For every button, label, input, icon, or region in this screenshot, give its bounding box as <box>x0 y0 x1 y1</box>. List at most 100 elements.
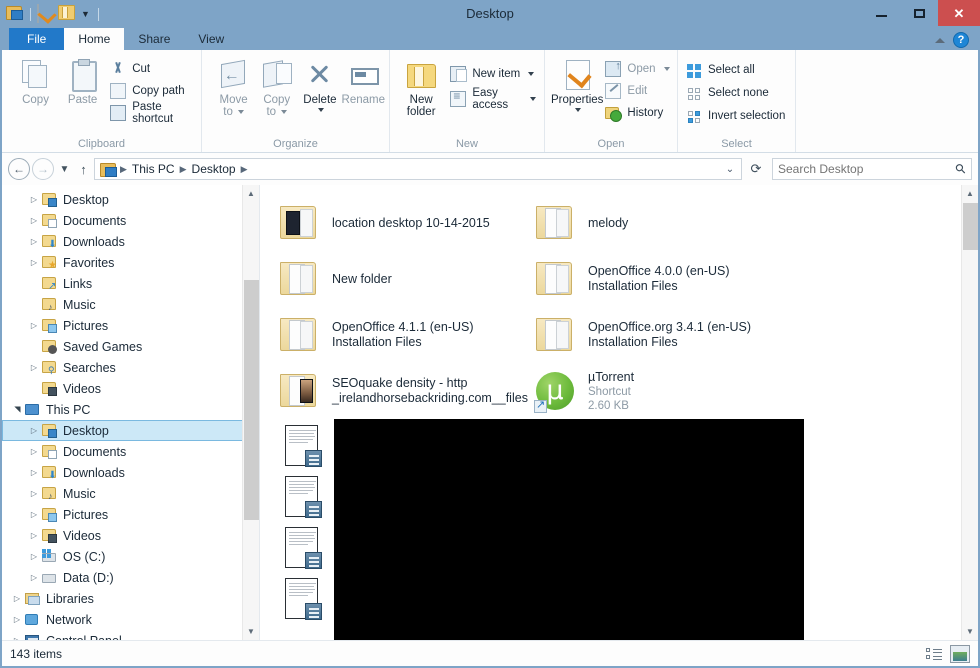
file-explorer-icon[interactable] <box>6 5 24 23</box>
breadcrumb[interactable]: ▶ This PC ▶ Desktop ▶ ⌄ <box>94 158 742 180</box>
paste-button[interactable]: Paste <box>59 55 106 106</box>
tree-item-network[interactable]: ▷ Network <box>2 609 259 630</box>
tree-item-saved-games[interactable]: Saved Games <box>2 336 259 357</box>
large-icons-view-icon[interactable] <box>950 644 970 663</box>
breadcrumb-separator[interactable]: ▶ <box>179 164 188 175</box>
chevron-down-icon[interactable] <box>575 108 582 112</box>
chevron-down-icon[interactable] <box>530 96 536 101</box>
move-to-button[interactable]: Move to <box>212 55 255 118</box>
file-list-pane[interactable]: location desktop 10-14-2015 melody New fol… <box>260 185 978 640</box>
tree-item-os-c[interactable]: ▷ OS (C:) <box>2 546 259 567</box>
tree-item-music[interactable]: ♪ Music <box>2 294 259 315</box>
file-list-scrollbar[interactable]: ▲ ▼ <box>961 185 978 640</box>
tree-item-music[interactable]: ▷ ♪ Music <box>2 483 259 504</box>
file-tile[interactable]: OpenOffice 4.0.0 (en-US) Installation Fil… <box>530 251 786 307</box>
cut-button[interactable]: Cut <box>110 59 197 78</box>
scroll-down-icon[interactable]: ▼ <box>243 623 259 640</box>
tree-item-links[interactable]: ↗ Links <box>2 273 259 294</box>
tree-item-desktop[interactable]: ▷ Desktop <box>2 189 259 210</box>
back-button[interactable]: ← <box>8 158 30 180</box>
search-input[interactable] <box>778 162 957 176</box>
tree-item-pictures[interactable]: ▷ Pictures <box>2 504 259 525</box>
chevron-down-icon[interactable] <box>317 108 324 112</box>
chevron-collapsed-icon[interactable]: ▷ <box>27 510 41 519</box>
chevron-collapsed-icon[interactable]: ▷ <box>10 594 24 603</box>
paste-shortcut-button[interactable]: Paste shortcut <box>110 101 197 125</box>
minimize-button[interactable] <box>862 0 900 26</box>
scroll-down-icon[interactable]: ▼ <box>962 623 978 640</box>
forward-button[interactable]: → <box>32 158 54 180</box>
open-button[interactable]: Open <box>605 59 673 78</box>
chevron-collapsed-icon[interactable]: ▷ <box>27 258 41 267</box>
maximize-button[interactable] <box>900 0 938 26</box>
help-icon[interactable]: ? <box>953 32 969 48</box>
easy-access-button[interactable]: Easy access <box>450 87 540 111</box>
tab-file[interactable]: File <box>9 28 65 50</box>
chevron-collapsed-icon[interactable]: ▷ <box>27 321 41 330</box>
tree-item-desktop[interactable]: ▷ Desktop <box>2 420 259 441</box>
file-tile[interactable]: OpenOffice 4.1.1 (en-US) Installation Fil… <box>274 307 530 363</box>
chevron-collapsed-icon[interactable]: ▷ <box>27 426 41 435</box>
chevron-down-icon[interactable] <box>281 110 288 114</box>
scroll-up-icon[interactable]: ▲ <box>243 185 259 202</box>
scrollbar-thumb[interactable] <box>963 203 978 250</box>
breadcrumb-desktop[interactable]: Desktop <box>188 159 240 179</box>
rename-button[interactable]: Rename <box>342 55 385 106</box>
chevron-collapsed-icon[interactable]: ▷ <box>27 489 41 498</box>
file-tile[interactable]: melody <box>530 195 786 251</box>
file-tile[interactable]: SEOquake density - http _irelandhorseback… <box>274 363 530 419</box>
chevron-down-icon[interactable] <box>663 66 670 71</box>
file-tile[interactable]: OpenOffice.org 3.4.1 (en-US) Installation… <box>530 307 786 363</box>
navigation-pane-scrollbar[interactable]: ▲ ▼ <box>242 185 259 640</box>
copy-to-button[interactable]: Copy to <box>255 55 298 118</box>
tree-item-pictures[interactable]: ▷ Pictures <box>2 315 259 336</box>
invert-selection-button[interactable]: Invert selection <box>686 106 789 125</box>
delete-button[interactable]: Delete <box>298 55 341 112</box>
scrollbar-thumb[interactable] <box>244 280 259 520</box>
tree-item-downloads[interactable]: ▷ ⬇ Downloads <box>2 462 259 483</box>
history-button[interactable]: History <box>605 103 673 122</box>
refresh-button[interactable]: ⟳ <box>744 158 768 180</box>
tree-item-favorites[interactable]: ▷ ★ Favorites <box>2 252 259 273</box>
tree-item-documents[interactable]: ▷ Documents <box>2 210 259 231</box>
chevron-collapsed-icon[interactable]: ▷ <box>27 363 41 372</box>
tree-item-searches[interactable]: ▷ ⚲ Searches <box>2 357 259 378</box>
up-button[interactable]: ↑ <box>75 158 92 180</box>
chevron-down-icon[interactable] <box>237 110 244 114</box>
copy-button[interactable]: Copy <box>12 55 59 106</box>
chevron-down-icon[interactable]: ▼ <box>79 9 92 19</box>
tree-item-data-d[interactable]: ▷ Data (D:) <box>2 567 259 588</box>
chevron-down-icon[interactable] <box>528 71 535 76</box>
chevron-collapsed-icon[interactable]: ▷ <box>27 447 41 456</box>
chevron-up-icon[interactable] <box>935 37 945 43</box>
breadcrumb-separator[interactable]: ▶ <box>240 164 249 175</box>
tab-share[interactable]: Share <box>124 28 184 50</box>
file-tile[interactable]: New folder <box>274 251 530 307</box>
copy-path-button[interactable]: Copy path <box>110 81 197 100</box>
file-tile[interactable]: location desktop 10-14-2015 <box>274 195 530 251</box>
properties-button[interactable]: Properties <box>551 55 603 112</box>
tree-item-videos[interactable]: ▷ Videos <box>2 525 259 546</box>
tree-item-this-pc[interactable]: ◢ This PC <box>2 399 259 420</box>
chevron-collapsed-icon[interactable]: ▷ <box>10 615 24 624</box>
new-folder-icon[interactable] <box>58 5 76 23</box>
chevron-collapsed-icon[interactable]: ▷ <box>10 636 24 640</box>
select-none-button[interactable]: Select none <box>686 83 789 102</box>
tree-item-libraries[interactable]: ▷ Libraries <box>2 588 259 609</box>
chevron-collapsed-icon[interactable]: ▷ <box>27 468 41 477</box>
details-view-icon[interactable] <box>924 645 944 663</box>
chevron-expanded-icon[interactable]: ◢ <box>13 403 22 417</box>
file-tile[interactable]: µTorrentShortcut2.60 KB <box>530 363 786 419</box>
recent-locations-button[interactable]: ▼ <box>56 158 73 180</box>
chevron-collapsed-icon[interactable]: ▷ <box>27 216 41 225</box>
chevron-collapsed-icon[interactable]: ▷ <box>27 531 41 540</box>
scroll-up-icon[interactable]: ▲ <box>962 185 978 202</box>
tab-view[interactable]: View <box>184 28 238 50</box>
tree-item-documents[interactable]: ▷ Documents <box>2 441 259 462</box>
properties-icon[interactable] <box>37 4 55 23</box>
close-button[interactable]: ✕ <box>938 0 980 26</box>
chevron-collapsed-icon[interactable]: ▷ <box>27 552 41 561</box>
new-item-button[interactable]: New item <box>450 64 540 83</box>
chevron-collapsed-icon[interactable]: ▷ <box>27 573 41 582</box>
chevron-collapsed-icon[interactable]: ▷ <box>27 237 41 246</box>
